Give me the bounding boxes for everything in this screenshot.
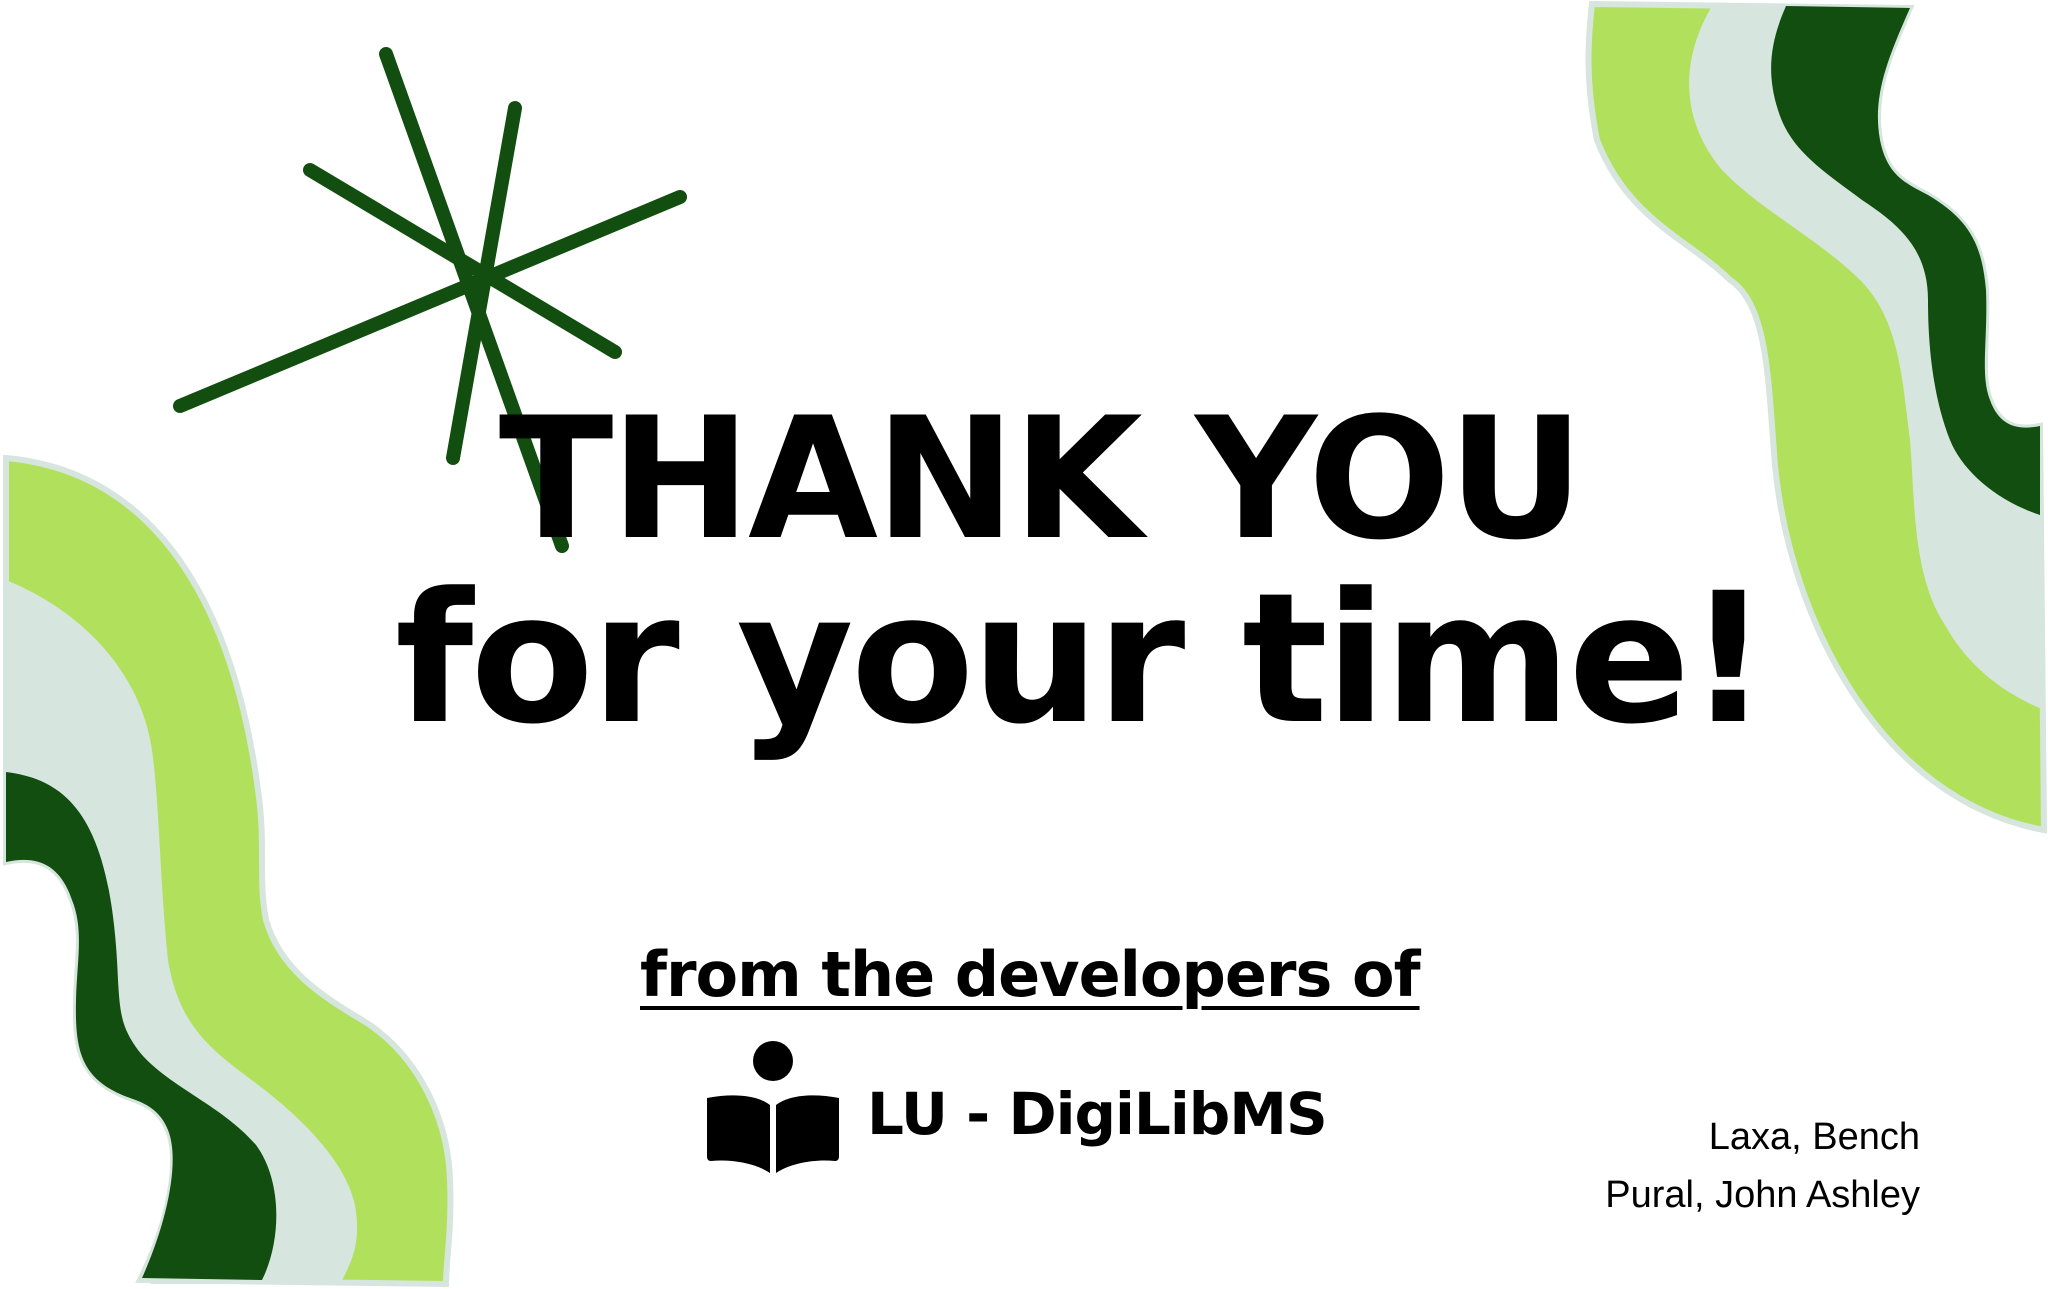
credit-name: Pural, John Ashley [1605,1174,1920,1216]
headline-thank-you: THANK YOU [498,381,1584,577]
developer-credits: Laxa, Bench Pural, John Ashley [1605,1108,1920,1224]
headline-for-your-time: for your time! [395,555,1769,764]
app-logo-name: LU - DigiLibMS [867,1080,1328,1148]
wave-shape-bottom-left [3,454,454,1288]
reader-book-icon [707,1041,839,1173]
app-logo: LU - DigiLibMS [705,1035,1345,1175]
credit-name: Laxa, Bench [1708,1116,1920,1158]
thank-you-slide: THANK YOU for your time! from the develo… [0,0,2048,1289]
tagline: from the developers of [640,938,1421,1011]
